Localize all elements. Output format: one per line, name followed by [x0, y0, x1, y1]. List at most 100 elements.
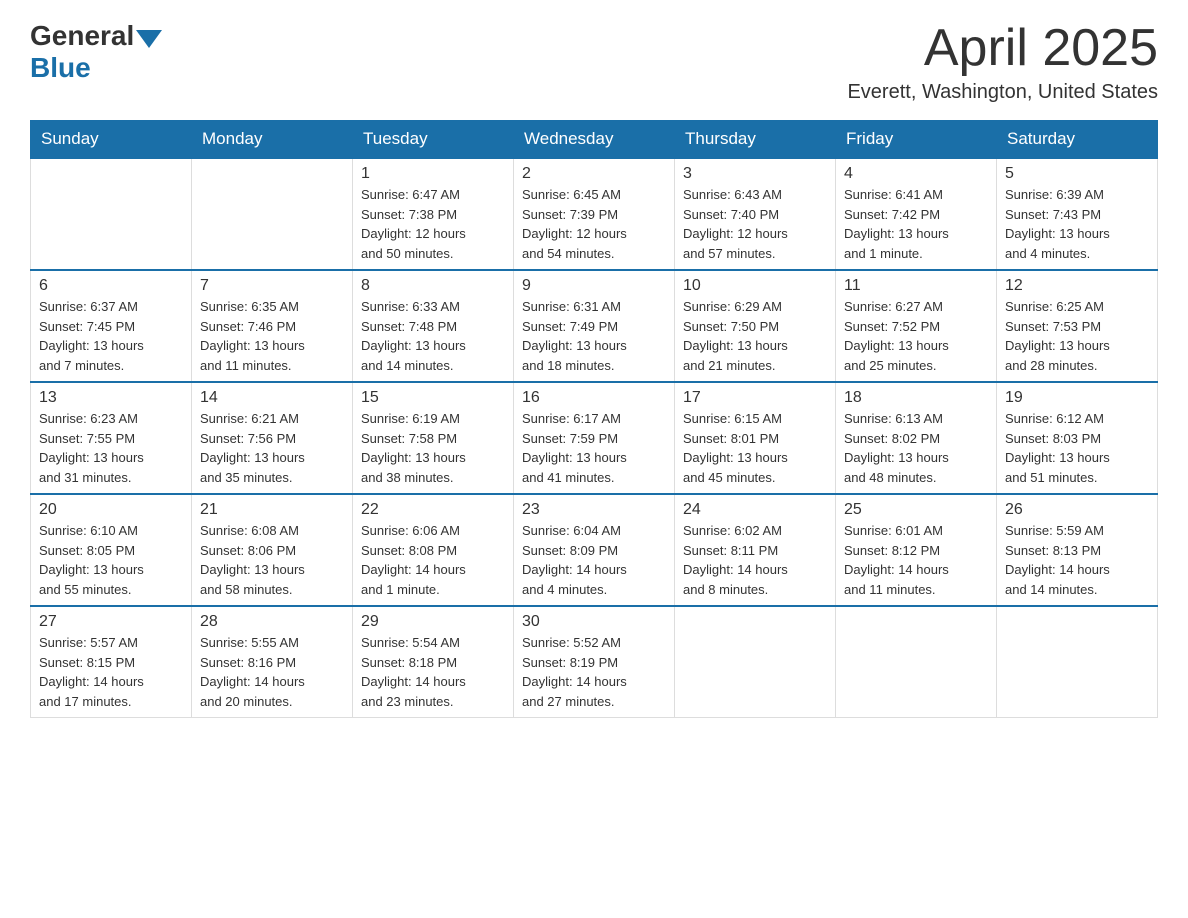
day-number: 16: [522, 389, 666, 407]
logo: General Blue: [30, 20, 162, 84]
day-number: 2: [522, 165, 666, 183]
calendar-cell: 5 Sunrise: 6:39 AM Sunset: 7:43 PM Daylig…: [997, 158, 1158, 270]
location-title: Everett, Washington, United States: [847, 81, 1158, 104]
day-number: 7: [200, 277, 344, 295]
day-info: Sunrise: 6:15 AM Sunset: 8:01 PM Dayligh…: [683, 409, 827, 487]
day-number: 22: [361, 501, 505, 519]
calendar-week-row: 1 Sunrise: 6:47 AM Sunset: 7:38 PM Daylig…: [31, 158, 1158, 270]
calendar-week-row: 20 Sunrise: 6:10 AM Sunset: 8:05 PM Dayli…: [31, 494, 1158, 606]
calendar-cell: 12Sunrise: 6:25 AM Sunset: 7:53 PM Dayli…: [997, 270, 1158, 382]
day-info: Sunrise: 6:37 AM Sunset: 7:45 PM Dayligh…: [39, 297, 183, 375]
calendar-cell: [675, 606, 836, 718]
calendar-cell: 24 Sunrise: 6:02 AM Sunset: 8:11 PM Dayli…: [675, 494, 836, 606]
day-info: Sunrise: 6:41 AM Sunset: 7:42 PM Dayligh…: [844, 185, 988, 263]
day-number: 6: [39, 277, 183, 295]
calendar-cell: 21 Sunrise: 6:08 AM Sunset: 8:06 PM Dayli…: [192, 494, 353, 606]
calendar-cell: 2 Sunrise: 6:45 AM Sunset: 7:39 PM Daylig…: [514, 158, 675, 270]
calendar-cell: 28 Sunrise: 5:55 AM Sunset: 8:16 PM Dayli…: [192, 606, 353, 718]
calendar-cell: 11 Sunrise: 6:27 AM Sunset: 7:52 PM Dayli…: [836, 270, 997, 382]
calendar-cell: 4 Sunrise: 6:41 AM Sunset: 7:42 PM Daylig…: [836, 158, 997, 270]
calendar-cell: 1 Sunrise: 6:47 AM Sunset: 7:38 PM Daylig…: [353, 158, 514, 270]
calendar-cell: 29 Sunrise: 5:54 AM Sunset: 8:18 PM Dayli…: [353, 606, 514, 718]
day-info: Sunrise: 5:57 AM Sunset: 8:15 PM Dayligh…: [39, 633, 183, 711]
day-number: 18: [844, 389, 988, 407]
day-number: 14: [200, 389, 344, 407]
day-number: 10: [683, 277, 827, 295]
day-info: Sunrise: 6:33 AM Sunset: 7:48 PM Dayligh…: [361, 297, 505, 375]
day-info: Sunrise: 6:43 AM Sunset: 7:40 PM Dayligh…: [683, 185, 827, 263]
title-section: April 2025 Everett, Washington, United S…: [847, 20, 1158, 104]
day-info: Sunrise: 6:06 AM Sunset: 8:08 PM Dayligh…: [361, 521, 505, 599]
day-info: Sunrise: 5:55 AM Sunset: 8:16 PM Dayligh…: [200, 633, 344, 711]
day-info: Sunrise: 6:39 AM Sunset: 7:43 PM Dayligh…: [1005, 185, 1149, 263]
day-number: 13: [39, 389, 183, 407]
calendar-week-row: 6 Sunrise: 6:37 AM Sunset: 7:45 PM Daylig…: [31, 270, 1158, 382]
day-info: Sunrise: 5:59 AM Sunset: 8:13 PM Dayligh…: [1005, 521, 1149, 599]
day-of-week-header: Monday: [192, 121, 353, 159]
day-info: Sunrise: 5:52 AM Sunset: 8:19 PM Dayligh…: [522, 633, 666, 711]
day-number: 9: [522, 277, 666, 295]
day-of-week-header: Tuesday: [353, 121, 514, 159]
day-info: Sunrise: 6:17 AM Sunset: 7:59 PM Dayligh…: [522, 409, 666, 487]
page-header: General Blue April 2025 Everett, Washing…: [30, 20, 1158, 104]
logo-triangle-icon: [136, 30, 162, 48]
calendar-cell: 7 Sunrise: 6:35 AM Sunset: 7:46 PM Daylig…: [192, 270, 353, 382]
day-info: Sunrise: 6:27 AM Sunset: 7:52 PM Dayligh…: [844, 297, 988, 375]
day-number: 5: [1005, 165, 1149, 183]
calendar-cell: 16 Sunrise: 6:17 AM Sunset: 7:59 PM Dayli…: [514, 382, 675, 494]
day-info: Sunrise: 6:29 AM Sunset: 7:50 PM Dayligh…: [683, 297, 827, 375]
calendar-cell: 6 Sunrise: 6:37 AM Sunset: 7:45 PM Daylig…: [31, 270, 192, 382]
calendar-week-row: 13 Sunrise: 6:23 AM Sunset: 7:55 PM Dayli…: [31, 382, 1158, 494]
day-info: Sunrise: 6:47 AM Sunset: 7:38 PM Dayligh…: [361, 185, 505, 263]
calendar-table: SundayMondayTuesdayWednesdayThursdayFrid…: [30, 120, 1158, 718]
calendar-cell: 27 Sunrise: 5:57 AM Sunset: 8:15 PM Dayli…: [31, 606, 192, 718]
day-info: Sunrise: 5:54 AM Sunset: 8:18 PM Dayligh…: [361, 633, 505, 711]
day-number: 1: [361, 165, 505, 183]
day-info: Sunrise: 6:23 AM Sunset: 7:55 PM Dayligh…: [39, 409, 183, 487]
day-of-week-header: Friday: [836, 121, 997, 159]
calendar-cell: 30 Sunrise: 5:52 AM Sunset: 8:19 PM Dayli…: [514, 606, 675, 718]
day-number: 23: [522, 501, 666, 519]
day-info: Sunrise: 6:12 AM Sunset: 8:03 PM Dayligh…: [1005, 409, 1149, 487]
day-info: Sunrise: 6:08 AM Sunset: 8:06 PM Dayligh…: [200, 521, 344, 599]
day-number: 3: [683, 165, 827, 183]
day-number: 12: [1005, 277, 1149, 295]
calendar-cell: [997, 606, 1158, 718]
day-info: Sunrise: 6:10 AM Sunset: 8:05 PM Dayligh…: [39, 521, 183, 599]
logo-general-text: General: [30, 20, 134, 52]
day-number: 24: [683, 501, 827, 519]
day-number: 30: [522, 613, 666, 631]
calendar-cell: 17Sunrise: 6:15 AM Sunset: 8:01 PM Dayli…: [675, 382, 836, 494]
calendar-cell: 10 Sunrise: 6:29 AM Sunset: 7:50 PM Dayli…: [675, 270, 836, 382]
day-info: Sunrise: 6:02 AM Sunset: 8:11 PM Dayligh…: [683, 521, 827, 599]
day-info: Sunrise: 6:04 AM Sunset: 8:09 PM Dayligh…: [522, 521, 666, 599]
day-number: 8: [361, 277, 505, 295]
calendar-cell: 20 Sunrise: 6:10 AM Sunset: 8:05 PM Dayli…: [31, 494, 192, 606]
calendar-cell: 3 Sunrise: 6:43 AM Sunset: 7:40 PM Daylig…: [675, 158, 836, 270]
day-of-week-header: Saturday: [997, 121, 1158, 159]
calendar-cell: 8 Sunrise: 6:33 AM Sunset: 7:48 PM Daylig…: [353, 270, 514, 382]
calendar-cell: [192, 158, 353, 270]
day-number: 28: [200, 613, 344, 631]
calendar-cell: 23 Sunrise: 6:04 AM Sunset: 8:09 PM Dayli…: [514, 494, 675, 606]
day-number: 27: [39, 613, 183, 631]
day-info: Sunrise: 6:35 AM Sunset: 7:46 PM Dayligh…: [200, 297, 344, 375]
calendar-cell: [836, 606, 997, 718]
month-title: April 2025: [847, 20, 1158, 77]
day-number: 20: [39, 501, 183, 519]
calendar-header-row: SundayMondayTuesdayWednesdayThursdayFrid…: [31, 121, 1158, 159]
day-info: Sunrise: 6:31 AM Sunset: 7:49 PM Dayligh…: [522, 297, 666, 375]
day-number: 29: [361, 613, 505, 631]
day-number: 4: [844, 165, 988, 183]
day-info: Sunrise: 6:13 AM Sunset: 8:02 PM Dayligh…: [844, 409, 988, 487]
day-number: 19: [1005, 389, 1149, 407]
calendar-cell: [31, 158, 192, 270]
calendar-cell: 22 Sunrise: 6:06 AM Sunset: 8:08 PM Dayli…: [353, 494, 514, 606]
calendar-cell: 18 Sunrise: 6:13 AM Sunset: 8:02 PM Dayli…: [836, 382, 997, 494]
day-number: 25: [844, 501, 988, 519]
day-info: Sunrise: 6:45 AM Sunset: 7:39 PM Dayligh…: [522, 185, 666, 263]
calendar-cell: 25Sunrise: 6:01 AM Sunset: 8:12 PM Dayli…: [836, 494, 997, 606]
day-number: 11: [844, 277, 988, 295]
logo-blue-text: Blue: [30, 52, 91, 83]
day-number: 21: [200, 501, 344, 519]
